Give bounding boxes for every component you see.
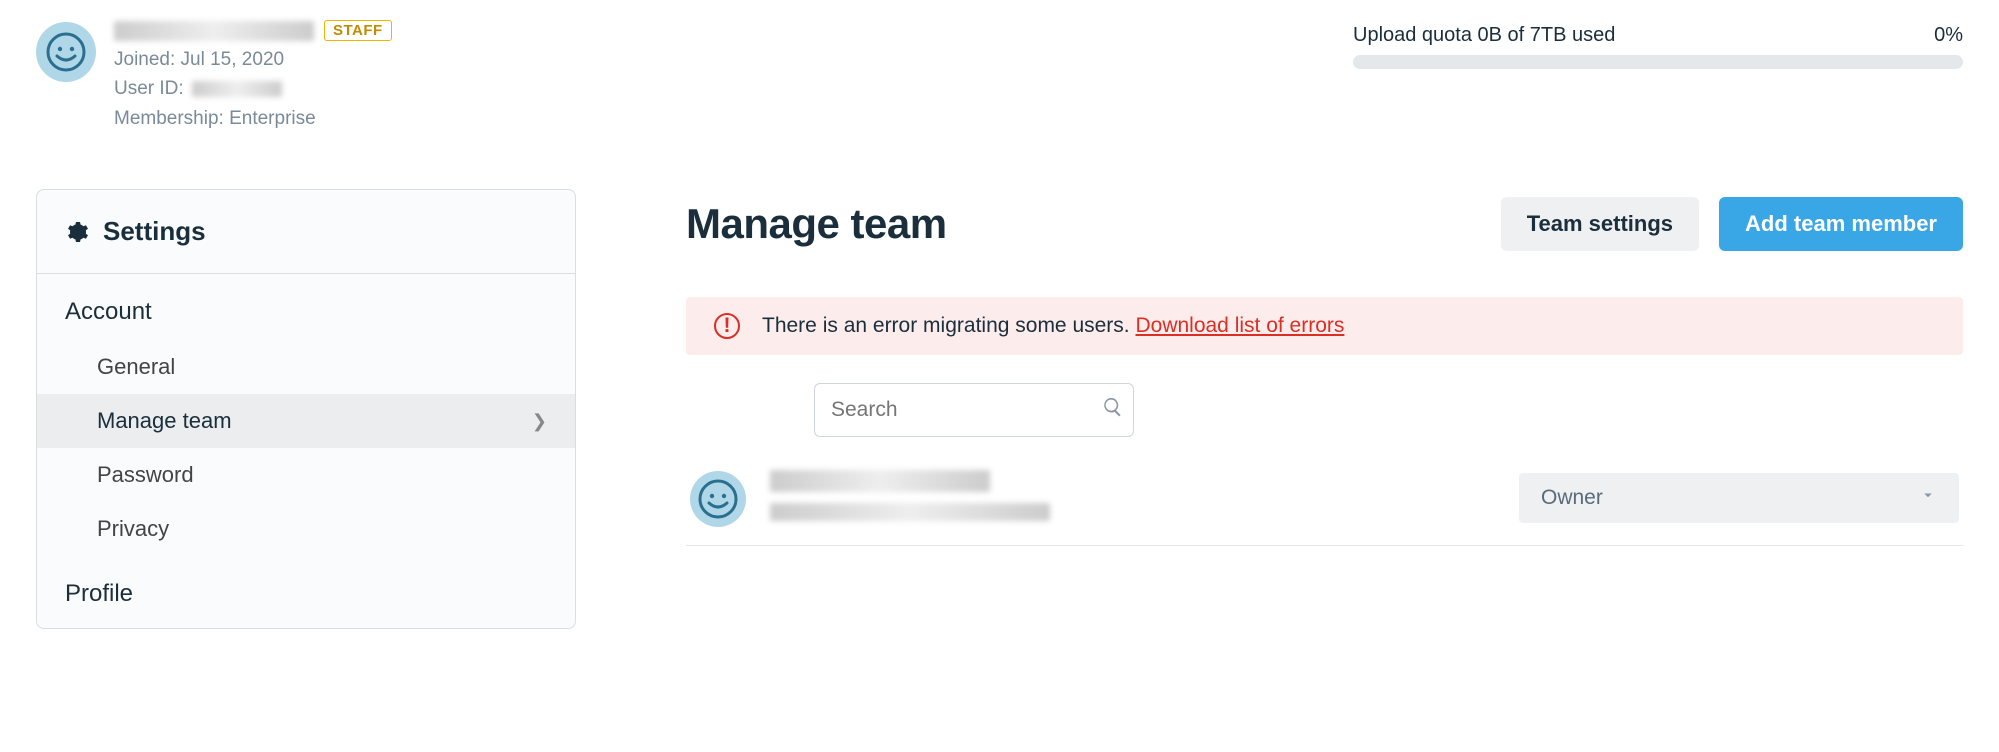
- sidebar-item-privacy[interactable]: Privacy: [37, 502, 575, 556]
- alert-text: There is an error migrating some users. …: [762, 314, 1344, 338]
- user-summary: STAFF Joined: Jul 15, 2020 User ID: Memb…: [36, 20, 392, 133]
- settings-sidebar: Settings Account General Manage team ❯ P…: [36, 189, 576, 629]
- error-alert: ! There is an error migrating some users…: [686, 297, 1963, 355]
- sidebar-item-general[interactable]: General: [37, 340, 575, 394]
- main-content: Manage team Team settings Add team membe…: [686, 189, 1963, 546]
- add-team-member-button[interactable]: Add team member: [1719, 197, 1963, 251]
- page-title: Manage team: [686, 200, 947, 248]
- team-settings-button[interactable]: Team settings: [1501, 197, 1699, 251]
- sidebar-header: Settings: [37, 190, 575, 274]
- search-icon: [1102, 396, 1124, 424]
- role-select-value: Owner: [1541, 486, 1603, 510]
- joined-line: Joined: Jul 15, 2020: [114, 45, 392, 74]
- quota-text: Upload quota 0B of 7TB used: [1353, 24, 1615, 47]
- download-errors-link[interactable]: Download list of errors: [1135, 314, 1344, 337]
- team-member-row: Owner: [686, 459, 1963, 546]
- userid-line: User ID:: [114, 74, 392, 103]
- quota-bar: [1353, 55, 1963, 69]
- role-select[interactable]: Owner: [1519, 473, 1959, 523]
- member-email-redacted: [770, 503, 1050, 521]
- search-input-wrap[interactable]: [814, 383, 1134, 437]
- sidebar-item-password[interactable]: Password: [37, 448, 575, 502]
- gear-icon: [65, 220, 89, 244]
- userid-redacted: [192, 81, 282, 97]
- sidebar-section-account[interactable]: Account: [37, 274, 575, 340]
- member-avatar: [690, 471, 746, 527]
- alert-icon: !: [714, 313, 740, 339]
- membership-line: Membership: Enterprise: [114, 104, 392, 133]
- sidebar-title: Settings: [103, 216, 206, 247]
- quota-percent: 0%: [1934, 24, 1963, 47]
- search-input[interactable]: [831, 398, 1102, 422]
- staff-badge: STAFF: [324, 20, 392, 41]
- sidebar-section-profile[interactable]: Profile: [37, 556, 575, 628]
- chevron-down-icon: [1919, 486, 1937, 510]
- sidebar-item-manage-team[interactable]: Manage team ❯: [37, 394, 575, 448]
- chevron-right-icon: ❯: [532, 411, 547, 432]
- member-name-redacted: [770, 470, 990, 492]
- avatar: [36, 22, 96, 82]
- user-name-redacted: [114, 21, 314, 41]
- upload-quota: Upload quota 0B of 7TB used 0%: [1353, 20, 1963, 69]
